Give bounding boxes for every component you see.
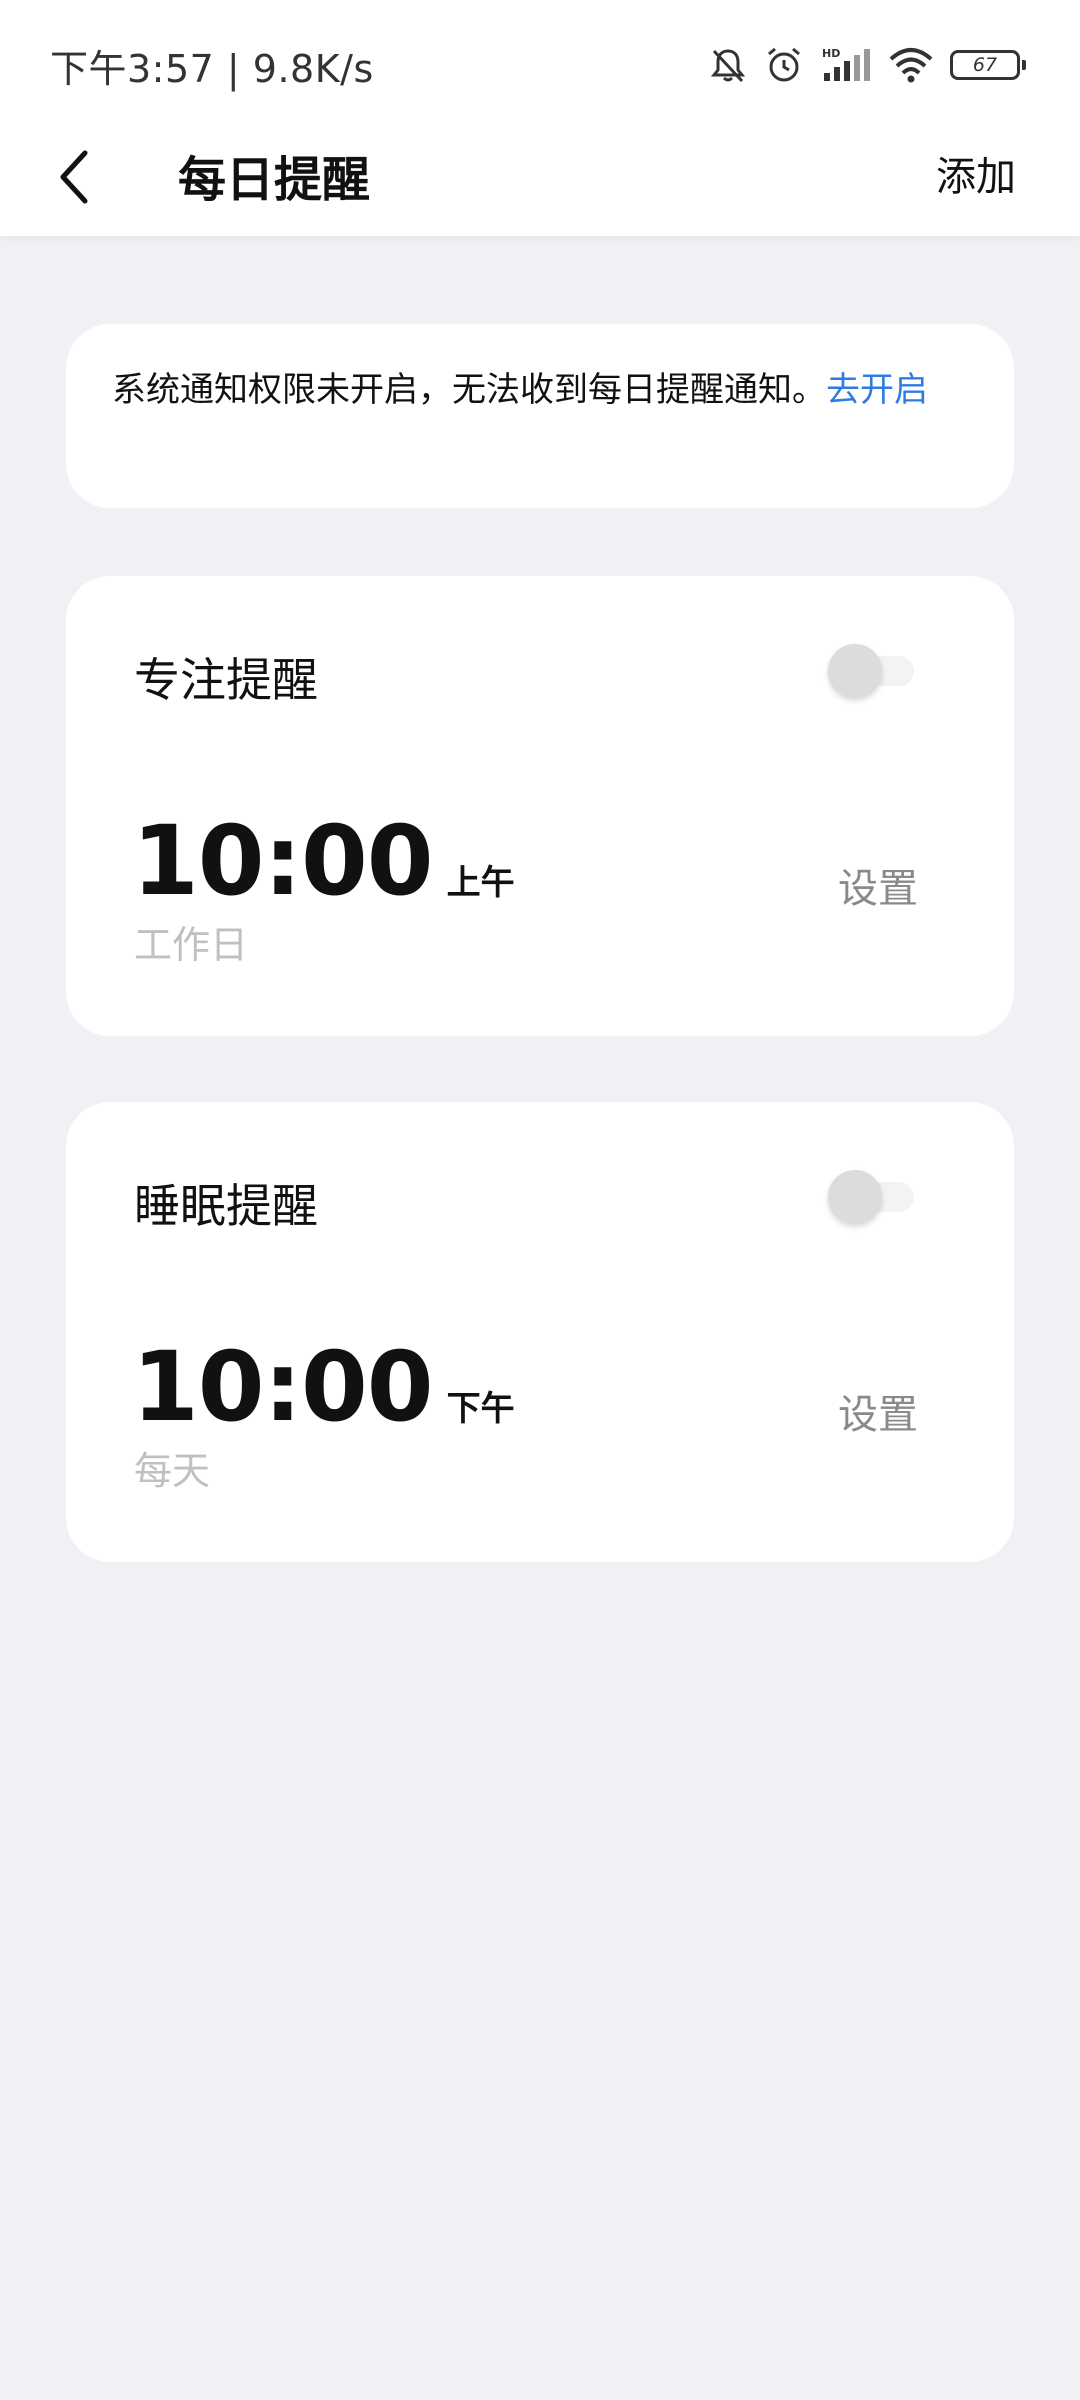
reminder-repeat: 工作日 (134, 923, 249, 967)
set-button[interactable]: 设置 (838, 1382, 918, 1440)
reminder-time: 10:00 (132, 805, 434, 917)
permission-notice: 系统通知权限未开启，无法收到每日提醒通知。去开启 (66, 324, 1014, 508)
alarm-icon (764, 45, 804, 85)
bell-off-icon (708, 45, 748, 85)
toggle-knob (828, 644, 882, 698)
add-button[interactable]: 添加 (936, 144, 1016, 202)
nav-bar: 每日提醒 添加 (0, 128, 1080, 236)
set-button[interactable]: 设置 (838, 856, 918, 914)
reminder-period: 上午 (446, 863, 515, 903)
toggle-knob (828, 1170, 882, 1224)
top-header: 下午3:57 | 9.8K/s HD 67 每日提醒 添加 (0, 0, 1080, 236)
reminder-title: 睡眠提醒 (134, 1179, 318, 1233)
reminder-card-sleep: 睡眠提醒 10:00 下午 每天 设置 (66, 1102, 1014, 1562)
status-icons: HD 67 (708, 40, 1026, 90)
reminder-time: 10:00 (132, 1331, 434, 1443)
back-button[interactable] (40, 134, 110, 224)
enable-notification-link[interactable]: 去开启 (826, 370, 928, 410)
svg-text:HD: HD (822, 47, 840, 60)
hd-signal-icon: HD (820, 45, 872, 85)
reminder-toggle[interactable] (828, 1170, 918, 1224)
reminder-time-row: 10:00 下午 (132, 1332, 515, 1442)
wifi-icon (888, 45, 934, 85)
chevron-left-icon (55, 149, 95, 209)
reminder-title: 专注提醒 (134, 653, 318, 707)
status-bar: 下午3:57 | 9.8K/s HD 67 (0, 0, 1080, 128)
battery-icon: 67 (950, 50, 1026, 80)
status-time: 下午3:57 | 9.8K/s (50, 47, 374, 91)
reminder-repeat: 每天 (134, 1449, 211, 1493)
page-title: 每日提醒 (178, 152, 371, 208)
notice-text: 系统通知权限未开启，无法收到每日提醒通知。 (112, 370, 826, 410)
reminder-time-row: 10:00 上午 (132, 806, 515, 916)
reminder-toggle[interactable] (828, 644, 918, 698)
reminder-period: 下午 (446, 1389, 515, 1429)
reminder-card-focus: 专注提醒 10:00 上午 工作日 设置 (66, 576, 1014, 1036)
